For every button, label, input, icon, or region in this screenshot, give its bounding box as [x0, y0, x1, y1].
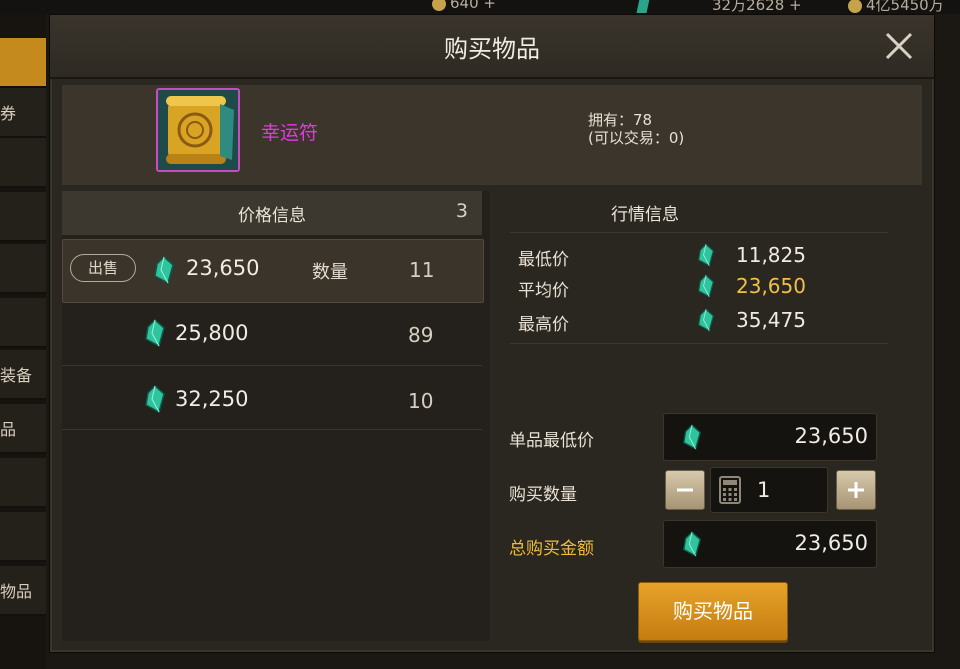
- lucky-charm-scroll-icon: [156, 88, 240, 172]
- sidebar-tab-2[interactable]: 券: [0, 88, 46, 138]
- sidebar-tab-9[interactable]: [0, 458, 46, 508]
- price-info-panel: 价格信息 3 出售 23,650 数量 11 25,800 89 32,250 …: [62, 191, 490, 641]
- quantity-label: 数量: [312, 262, 348, 283]
- currency-2: 32万2628 +: [636, 0, 802, 15]
- tradable-count: (可以交易：0): [588, 129, 685, 147]
- price-info-count: 3: [455, 200, 468, 222]
- sidebar-tab-7[interactable]: 装备: [0, 350, 46, 400]
- gem-icon: [683, 531, 701, 557]
- plus-icon: [848, 482, 864, 498]
- quantity-input[interactable]: 1: [710, 467, 828, 513]
- row-quantity: 89: [408, 323, 434, 347]
- row-quantity: 11: [409, 258, 435, 282]
- total-amount-field: 23,650: [663, 520, 877, 568]
- increase-quantity-button[interactable]: [836, 470, 876, 510]
- sidebar-tab-6[interactable]: [0, 298, 46, 348]
- gem-icon: [683, 424, 701, 450]
- divider: [510, 343, 888, 344]
- total-amount-value: 23,650: [794, 531, 868, 555]
- sidebar-tab-11[interactable]: 物品: [0, 566, 46, 616]
- gem-icon: [145, 319, 165, 347]
- currency-3: 4亿5450万: [848, 0, 944, 15]
- decrease-quantity-button[interactable]: [665, 470, 705, 510]
- close-icon: [885, 32, 913, 60]
- min-unit-price-label: 单品最低价: [509, 431, 594, 451]
- purchase-quantity-label: 购买数量: [509, 485, 577, 505]
- total-amount-label: 总购买金额: [509, 539, 594, 559]
- sell-badge: 出售: [70, 254, 136, 282]
- highest-price-value: 35,475: [736, 308, 806, 332]
- minus-icon: [677, 488, 693, 492]
- sidebar-tab-8[interactable]: 品: [0, 404, 46, 454]
- gem-icon: [636, 0, 650, 13]
- row-price: 32,250: [175, 387, 249, 411]
- gem-icon: [697, 308, 715, 332]
- price-row-1[interactable]: 出售 23,650 数量 11: [62, 239, 484, 303]
- lowest-price-value: 11,825: [736, 243, 806, 267]
- min-unit-price-value: 23,650: [794, 424, 868, 448]
- market-info-title: 行情信息: [611, 205, 679, 225]
- gem-icon: [154, 256, 174, 284]
- sidebar-tab-10[interactable]: [0, 512, 46, 562]
- price-row-2[interactable]: 25,800 89: [62, 303, 482, 366]
- sidebar-tab-5[interactable]: [0, 244, 46, 294]
- row-quantity: 10: [408, 389, 434, 413]
- sidebar-tab-3[interactable]: [0, 138, 46, 188]
- gem-icon: [145, 385, 165, 413]
- dialog-header: 购买物品: [50, 15, 934, 79]
- quantity-value[interactable]: 1: [757, 478, 770, 502]
- background-sidebar: 券 装备 品 物品: [0, 14, 46, 669]
- row-price: 25,800: [175, 321, 249, 345]
- average-price-label: 平均价: [518, 281, 569, 301]
- sidebar-tab-4[interactable]: [0, 192, 46, 242]
- dialog-title: 购买物品: [444, 35, 540, 63]
- gem-icon: [697, 274, 715, 298]
- gem-icon: [697, 243, 715, 267]
- gold-coin-icon: [848, 0, 862, 13]
- item-name: 幸运符: [261, 122, 319, 144]
- highest-price-label: 最高价: [518, 315, 569, 335]
- coin-icon: [432, 0, 446, 11]
- average-price-value: 23,650: [736, 274, 806, 298]
- item-info-strip: 幸运符 拥有：78 (可以交易：0): [62, 85, 922, 185]
- min-unit-price-field: 23,650: [663, 413, 877, 461]
- lowest-price-label: 最低价: [518, 250, 569, 270]
- divider: [510, 232, 888, 233]
- price-row-3[interactable]: 32,250 10: [62, 367, 482, 430]
- buy-item-button[interactable]: 购买物品: [638, 582, 788, 641]
- price-info-header: 价格信息 3: [62, 191, 482, 235]
- currency-1: 640 +: [432, 0, 496, 12]
- calculator-icon[interactable]: [719, 476, 741, 504]
- price-info-title: 价格信息: [238, 206, 306, 226]
- close-button[interactable]: [882, 29, 916, 63]
- row-price: 23,650: [186, 256, 260, 280]
- sidebar-tab-1[interactable]: [0, 38, 46, 88]
